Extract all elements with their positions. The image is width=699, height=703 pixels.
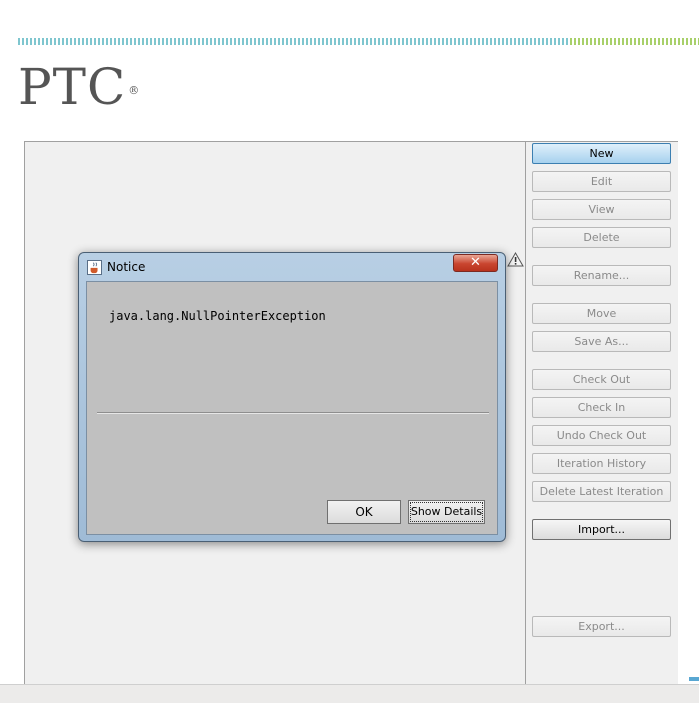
edit-button[interactable]: Edit: [532, 171, 671, 192]
close-button[interactable]: ✕: [453, 254, 498, 272]
move-button[interactable]: Move: [532, 303, 671, 324]
dialog-separator: [97, 412, 489, 414]
footer-bar: [0, 684, 699, 703]
import-button[interactable]: Import...: [532, 519, 671, 540]
check-in-button[interactable]: Check In: [532, 397, 671, 418]
notice-dialog: Notice ✕ java.lang.NullPointerException …: [78, 252, 506, 542]
dialog-title: Notice: [107, 260, 146, 274]
close-icon: ✕: [470, 255, 481, 270]
delete-latest-iteration-button[interactable]: Delete Latest Iteration: [532, 481, 671, 502]
new-button[interactable]: New: [532, 143, 671, 164]
iteration-history-button[interactable]: Iteration History: [532, 453, 671, 474]
ok-button[interactable]: OK: [327, 500, 401, 524]
decorative-stripe: [18, 38, 699, 45]
delete-button[interactable]: Delete: [532, 227, 671, 248]
save-as-button[interactable]: Save As...: [532, 331, 671, 352]
warning-icon: [507, 252, 524, 267]
rename-button[interactable]: Rename...: [532, 265, 671, 286]
application-window: PTC ® New Edit View Delete Rename... Move…: [0, 0, 699, 703]
java-cup-icon: [87, 260, 102, 275]
dialog-titlebar[interactable]: Notice ✕: [79, 253, 505, 281]
ptc-logo: PTC ®: [18, 58, 141, 116]
dialog-content: java.lang.NullPointerException OK Show D…: [86, 281, 498, 535]
error-message: java.lang.NullPointerException: [109, 309, 326, 323]
check-out-button[interactable]: Check Out: [532, 369, 671, 390]
show-details-button[interactable]: Show Details: [408, 500, 485, 524]
export-button[interactable]: Export...: [532, 616, 671, 637]
view-button[interactable]: View: [532, 199, 671, 220]
corner-accent: [689, 677, 699, 681]
undo-check-out-button[interactable]: Undo Check Out: [532, 425, 671, 446]
